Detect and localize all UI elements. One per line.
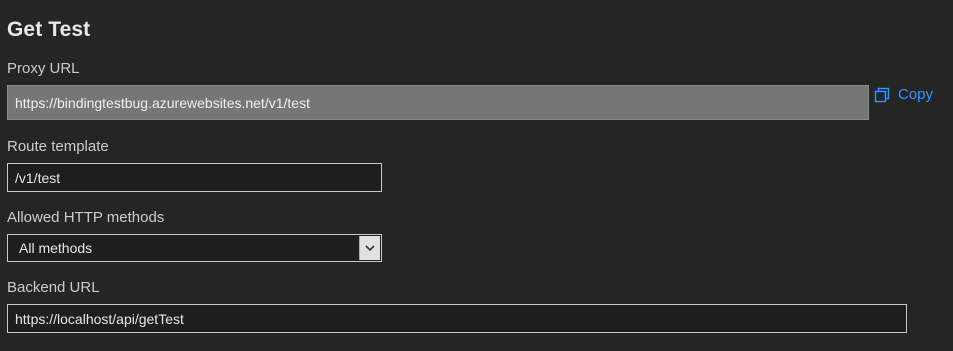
proxy-settings-panel: Get Test Proxy URL Copy Route template A… [0,0,953,351]
chevron-down-icon [365,244,375,251]
allowed-methods-value: All methods [19,240,93,256]
proxy-url-label: Proxy URL [7,60,80,77]
route-template-label: Route template [7,138,109,155]
page-title: Get Test [7,18,91,41]
allowed-methods-select[interactable]: All methods [7,234,382,262]
proxy-url-field[interactable] [7,85,869,120]
dropdown-button[interactable] [359,236,380,260]
allowed-methods-label: Allowed HTTP methods [7,209,165,226]
copy-label: Copy [898,86,934,103]
backend-url-input[interactable] [7,304,907,333]
backend-url-label: Backend URL [7,279,100,296]
copy-button[interactable]: Copy [874,86,933,103]
route-template-input[interactable] [7,163,382,192]
copy-icon [874,87,890,102]
